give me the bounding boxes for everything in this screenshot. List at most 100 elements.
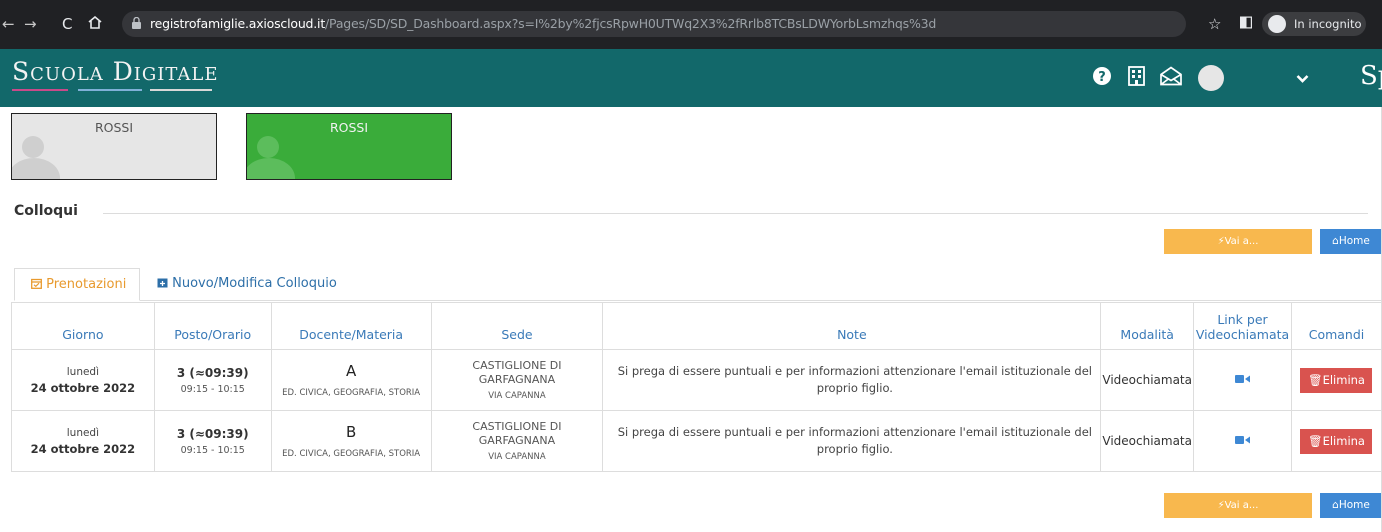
incognito-indicator[interactable]: In incognito	[1262, 12, 1366, 36]
section-title: Colloqui	[14, 203, 78, 219]
video-camera-icon[interactable]	[1234, 373, 1250, 387]
col-link-videochiamata: Link per Videochiamata	[1193, 302, 1292, 350]
sede-street: VIA CAPANNA	[488, 452, 546, 462]
calendar-check-icon	[31, 277, 46, 292]
sede-line1: CASTIGLIONE DI	[472, 420, 562, 433]
time-range: 09:15 - 10:15	[180, 383, 245, 395]
building-icon[interactable]	[1128, 66, 1145, 90]
sede-line2: GARFAGNANA	[478, 434, 556, 447]
vai-a-label: Vai a...	[1224, 236, 1259, 247]
cell-posto: 3 (≈09:39) 09:15 - 10:15	[153, 349, 272, 411]
header-partial-logo: Sp	[1360, 61, 1382, 91]
brand-name: Scuola Digitale	[12, 57, 219, 86]
user-avatar[interactable]	[1198, 65, 1224, 91]
cell-sede: CASTIGLIONE DI GARFAGNANA VIA CAPANNA	[430, 410, 604, 472]
incognito-label: In incognito	[1294, 17, 1362, 31]
bolt-icon: ⚡	[1217, 500, 1225, 511]
forward-icon[interactable]: →	[24, 15, 37, 33]
bolt-icon: ⚡	[1217, 236, 1225, 247]
elimina-button[interactable]: 🗑Elimina	[1300, 428, 1373, 454]
date: 24 ottobre 2022	[30, 441, 136, 456]
col-modalita: Modalità	[1100, 302, 1194, 350]
sede-line1: CASTIGLIONE DI	[472, 359, 562, 372]
help-icon[interactable]: ?	[1092, 66, 1112, 90]
back-icon[interactable]: ←	[2, 15, 15, 33]
url-host: registrofamiglie.axioscloud.it	[150, 16, 326, 31]
tab-label: Nuovo/Modifica Colloquio	[172, 276, 337, 291]
url-text: registrofamiglie.axioscloud.it/Pages/SD/…	[150, 16, 936, 31]
table-row: lunedì 24 ottobre 2022 3 (≈09:39) 09:15 …	[11, 349, 1382, 411]
cell-docente: B ED. CIVICA, GEOGRAFIA, STORIA	[270, 410, 432, 472]
calendar-plus-icon	[157, 276, 172, 291]
student-avatar-icon	[257, 136, 279, 158]
home-icon: ⌂	[1332, 235, 1339, 247]
cell-modalita: Videochiamata	[1100, 349, 1194, 411]
home-button-bottom[interactable]: ⌂Home	[1320, 493, 1382, 518]
tab-nuovo-modifica[interactable]: Nuovo/Modifica Colloquio	[157, 276, 337, 291]
col-docente-materia: Docente/Materia	[270, 302, 432, 350]
vai-a-button-bottom[interactable]: ⚡Vai a...	[1164, 493, 1312, 518]
window-icon[interactable]	[1239, 16, 1253, 32]
day-name: lunedì	[66, 426, 100, 439]
url-path: /Pages/SD/SD_Dashboard.aspx?s=I%2by%2fjc…	[325, 16, 937, 31]
modalita: Videochiamata	[1102, 434, 1192, 448]
home-button[interactable]: ⌂Home	[1320, 229, 1382, 254]
student-name: ROSSI	[329, 120, 369, 135]
home-icon: ⌂	[1332, 499, 1339, 511]
col-link-line2: Videochiamata	[1195, 327, 1290, 342]
subject: ED. CIVICA, GEOGRAFIA, STORIA	[282, 388, 421, 398]
home-label: Home	[1338, 235, 1370, 247]
tab-prenotazioni[interactable]: Prenotazioni	[14, 268, 140, 301]
vai-a-label: Vai a...	[1224, 500, 1259, 511]
chevron-down-icon[interactable]	[1296, 69, 1309, 88]
cell-giorno: lunedì 24 ottobre 2022	[11, 410, 155, 472]
table-row: lunedì 24 ottobre 2022 3 (≈09:39) 09:15 …	[11, 410, 1382, 472]
elimina-button[interactable]: 🗑Elimina	[1300, 367, 1373, 393]
student-card-selected[interactable]: ROSSI	[246, 113, 452, 180]
col-link-line1: Link per	[1217, 312, 1268, 327]
cell-link	[1193, 410, 1292, 472]
cell-comandi: 🗑Elimina	[1290, 410, 1382, 472]
day-name: lunedì	[66, 365, 100, 378]
student-name: ROSSI	[94, 120, 134, 135]
cell-note: Si prega di essere puntuali e per inform…	[602, 349, 1102, 411]
colloqui-table: Giorno Posto/Orario Docente/Materia Sede…	[11, 302, 1382, 472]
lock-icon	[132, 17, 141, 29]
cell-link	[1193, 349, 1292, 411]
student-avatar-body	[247, 158, 295, 179]
elimina-label: Elimina	[1322, 433, 1365, 448]
col-comandi: Comandi	[1290, 302, 1382, 350]
app-header: Scuola Digitale ? Sp	[0, 49, 1382, 107]
home-label: Home	[1338, 499, 1370, 511]
tabs-divider	[140, 300, 1382, 301]
home-icon[interactable]	[88, 15, 102, 33]
cell-note: Si prega di essere puntuali e per inform…	[602, 410, 1102, 472]
date: 24 ottobre 2022	[30, 380, 136, 395]
section-divider	[103, 213, 1368, 214]
slot: 3 (≈09:39)	[176, 426, 249, 441]
table-header-row: Giorno Posto/Orario Docente/Materia Sede…	[11, 302, 1382, 350]
reload-icon[interactable]: C	[62, 15, 72, 33]
student-card[interactable]: ROSSI	[11, 113, 217, 180]
subject: ED. CIVICA, GEOGRAFIA, STORIA	[282, 449, 421, 459]
vai-a-button[interactable]: ⚡Vai a...	[1164, 229, 1312, 254]
brand-logo[interactable]: Scuola Digitale	[12, 57, 218, 86]
col-sede: Sede	[430, 302, 604, 350]
col-giorno: Giorno	[11, 302, 155, 350]
cell-giorno: lunedì 24 ottobre 2022	[11, 349, 155, 411]
cell-comandi: 🗑Elimina	[1290, 349, 1382, 411]
sede-line2: GARFAGNANA	[478, 373, 556, 386]
cell-sede: CASTIGLIONE DI GARFAGNANA VIA CAPANNA	[430, 349, 604, 411]
star-icon[interactable]: ☆	[1208, 15, 1221, 33]
time-range: 09:15 - 10:15	[180, 444, 245, 456]
trash-icon: 🗑	[1307, 433, 1323, 448]
col-note: Note	[602, 302, 1102, 350]
mail-icon[interactable]	[1160, 66, 1182, 90]
sede-street: VIA CAPANNA	[488, 391, 546, 401]
trash-icon: 🗑	[1307, 372, 1323, 387]
col-posto-orario: Posto/Orario	[153, 302, 272, 350]
student-avatar-body	[12, 158, 60, 179]
address-bar[interactable]: registrofamiglie.axioscloud.it/Pages/SD/…	[122, 11, 1186, 37]
video-camera-icon[interactable]	[1234, 434, 1250, 448]
elimina-label: Elimina	[1322, 372, 1365, 387]
